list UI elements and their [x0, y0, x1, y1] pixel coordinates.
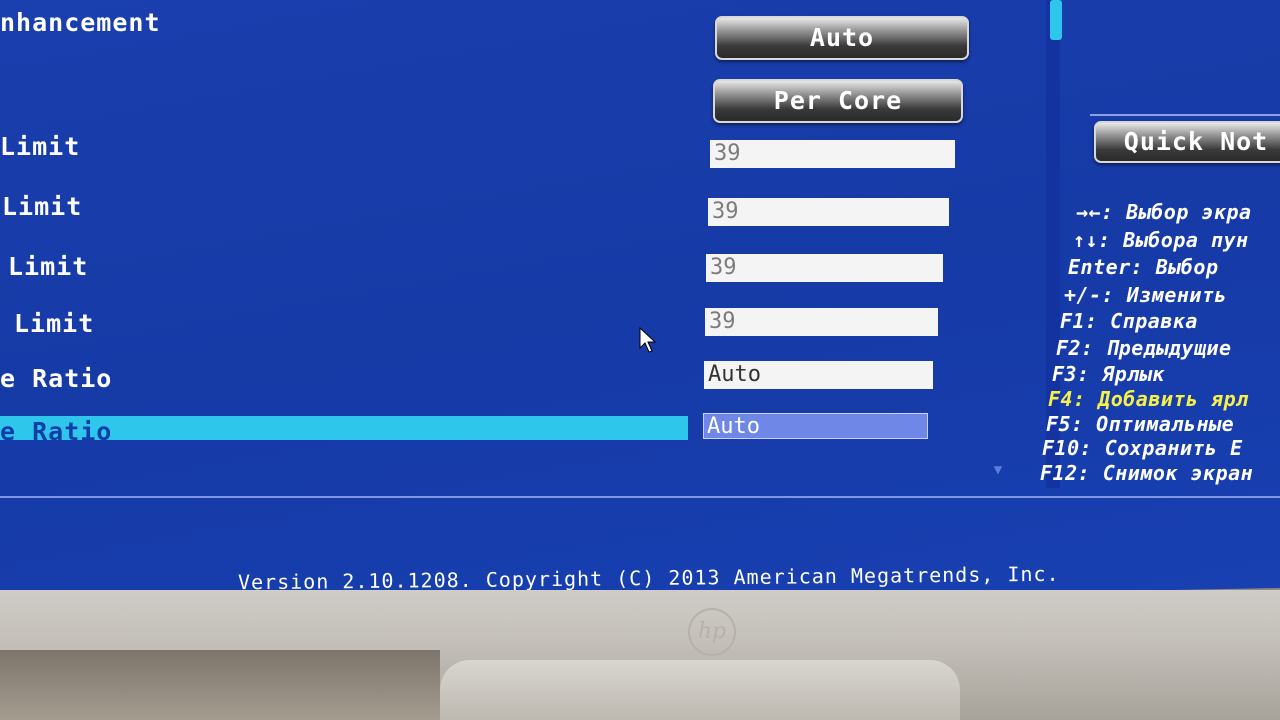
right-panel-divider	[1090, 114, 1280, 116]
ratio-1-field[interactable]: Auto	[704, 361, 933, 389]
setting-label-enhancement: nhancement	[0, 8, 161, 37]
limit-4-field[interactable]: 39	[705, 308, 938, 336]
ratio-2-field-selected[interactable]: Auto	[703, 413, 928, 439]
help-line-select-screen: →←: Выбор экра	[1076, 200, 1252, 224]
limit-1-field[interactable]: 39	[710, 140, 955, 168]
setting-label-limit-4: Limit	[14, 309, 95, 338]
bios-screen: nhancement Auto Per Core Limit 39 Limit …	[0, 0, 1280, 600]
setting-label-ratio-2[interactable]: e Ratio	[0, 417, 112, 446]
help-line-f3: F3: Ярлык	[1052, 362, 1165, 386]
help-line-change: +/-: Изменить	[1064, 283, 1228, 307]
help-line-f4: F4: Добавить ярл	[1048, 387, 1249, 411]
setting-label-limit-3: Limit	[8, 252, 89, 281]
hp-logo-icon: hp	[688, 608, 736, 656]
enhancement-auto-button[interactable]: Auto	[715, 16, 969, 60]
help-line-f12: F12: Снимок экран	[1040, 461, 1254, 485]
footer-divider	[0, 496, 1280, 498]
per-core-button[interactable]: Per Core	[713, 79, 963, 123]
setting-label-ratio-1: e Ratio	[0, 364, 113, 393]
help-line-f5: F5: Оптимальные	[1046, 412, 1235, 436]
help-line-f2: F2: Предыдущие	[1056, 336, 1232, 360]
quick-note-button[interactable]: Quick Not	[1094, 121, 1280, 163]
background-desk	[0, 650, 440, 720]
help-line-f1: F1: Справка	[1060, 309, 1198, 333]
limit-3-field[interactable]: 39	[706, 254, 943, 282]
help-line-enter: Enter: Выбор	[1068, 255, 1219, 279]
setting-label-limit-1: Limit	[0, 132, 81, 161]
setting-label-limit-2: Limit	[2, 192, 83, 221]
scrollbar-thumb[interactable]	[1050, 0, 1062, 40]
help-line-select-item: ↑↓: Выбора пун	[1073, 228, 1249, 252]
limit-2-field[interactable]: 39	[708, 198, 949, 226]
mouse-cursor-icon	[639, 326, 657, 353]
monitor-stand	[440, 660, 960, 720]
help-line-f10: F10: Сохранить Е	[1042, 436, 1243, 460]
scroll-down-arrow-icon[interactable]: ▼	[990, 462, 1006, 480]
